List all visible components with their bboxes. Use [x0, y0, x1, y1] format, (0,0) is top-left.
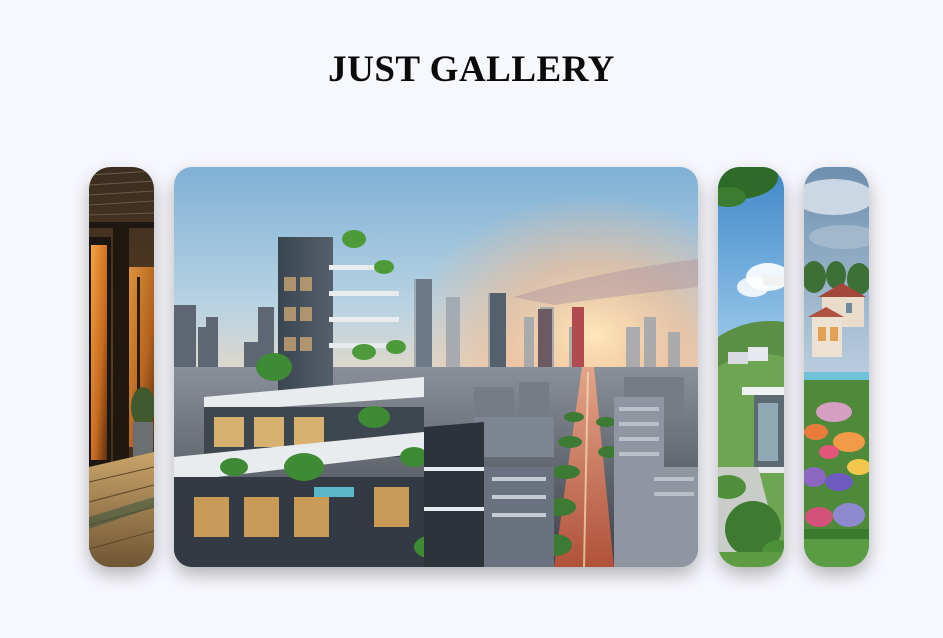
villa-flower-garden-image [804, 167, 869, 567]
gallery-card-skyscraper[interactable] [174, 167, 698, 567]
image-gallery [0, 0, 943, 638]
gallery-card-villa-garden[interactable] [804, 167, 869, 567]
hillside-modern-house-image [718, 167, 784, 567]
balcony-interior-image [89, 167, 154, 567]
gallery-card-balcony[interactable] [89, 167, 154, 567]
green-terrace-skyscraper-image [174, 167, 698, 567]
gallery-card-hillside-house[interactable] [718, 167, 784, 567]
